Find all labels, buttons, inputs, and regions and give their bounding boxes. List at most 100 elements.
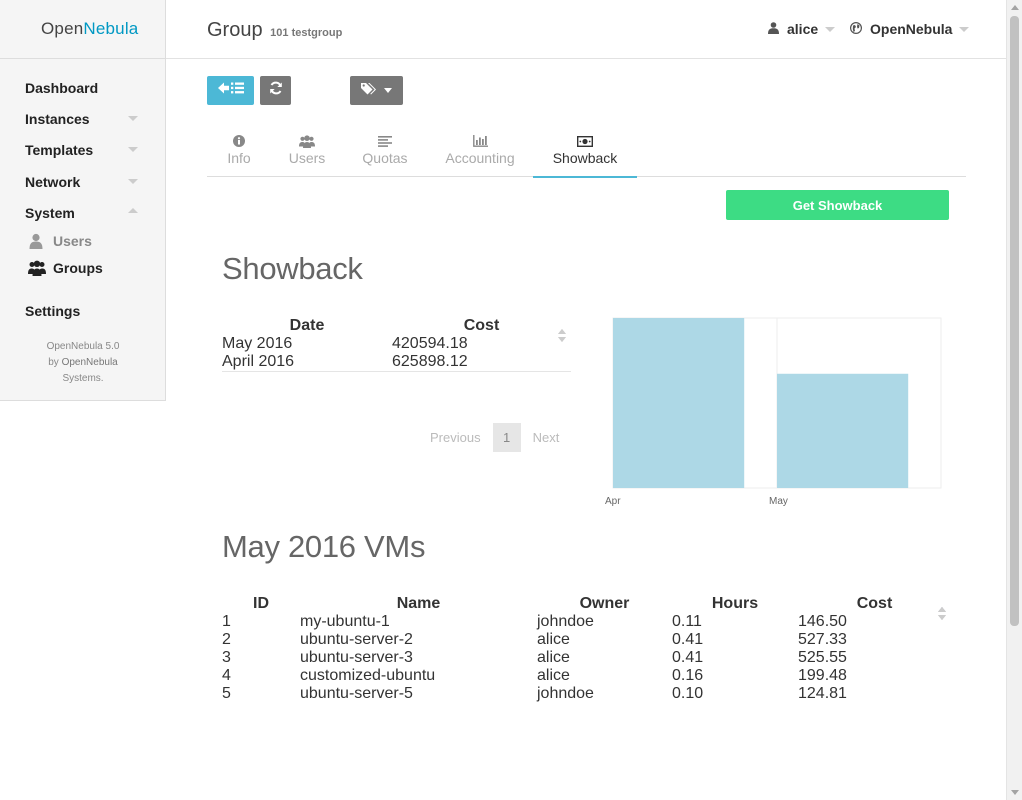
cell-name: my-ubuntu-1 — [300, 613, 390, 630]
sidebar-item-dashboard[interactable]: Dashboard — [25, 80, 98, 96]
chart-bar-may[interactable] — [777, 373, 909, 488]
version-line: OpenNebula 5.0 — [46, 341, 120, 352]
chevron-down-icon[interactable] — [128, 179, 138, 184]
sort-icon — [938, 607, 946, 621]
get-showback-button[interactable]: Get Showback — [726, 190, 949, 220]
column-header-hours-label: Hours — [711, 595, 759, 612]
info-icon — [233, 134, 245, 148]
refresh-button[interactable] — [260, 76, 291, 105]
cell-cost: 146.50 — [798, 613, 847, 630]
zone-menu[interactable]: OpenNebula — [849, 21, 970, 37]
tab-showback-label: Showback — [552, 150, 618, 166]
tab-bar: Info Users Quotas Accounting Showback — [207, 133, 966, 178]
column-header-date-label: Date — [289, 317, 325, 334]
chevron-down-icon — [825, 26, 836, 32]
table-row[interactable]: April 2016 625898.12 — [222, 353, 571, 372]
vms-title: May 2016 VMs — [222, 529, 426, 564]
table-row[interactable]: 5 ubuntu-server-5 johndoe 0.10 124.81 — [222, 685, 951, 703]
tab-showback[interactable]: Showback — [533, 133, 637, 178]
back-list-icon — [217, 81, 244, 100]
labels-dropdown-button[interactable] — [350, 76, 403, 105]
cell-cost: 199.48 — [798, 667, 847, 684]
cell-date: May 2016 — [222, 335, 293, 352]
cell-name: ubuntu-server-2 — [300, 631, 413, 648]
cell-hours: 0.11 — [672, 613, 702, 630]
cell-owner: alice — [537, 649, 570, 666]
align-left-icon — [378, 134, 392, 148]
chevron-down-icon — [959, 26, 970, 32]
chart-svg: Apr May — [605, 317, 942, 507]
scrollbar-thumb[interactable] — [1010, 16, 1019, 626]
chevron-up-icon[interactable] — [128, 208, 138, 213]
zone-name: OpenNebula — [870, 21, 953, 37]
cell-hours: 0.16 — [672, 667, 704, 684]
bar-chart-icon — [472, 134, 488, 148]
column-header-cost-label: Cost — [856, 595, 893, 612]
sidebar-item-instances[interactable]: Instances — [25, 111, 90, 127]
user-menu[interactable]: alice — [768, 21, 836, 37]
sidebar: OpenNebula Dashboard Instances Templates… — [0, 0, 166, 401]
sidebar-item-network[interactable]: Network — [25, 174, 80, 190]
sidebar-item-groups-label: Groups — [53, 260, 103, 276]
cell-id: 2 — [222, 631, 231, 648]
tab-info[interactable]: Info — [227, 133, 251, 177]
version-info: OpenNebula 5.0 by OpenNebula Systems. — [0, 339, 166, 387]
showback-title: Showback — [222, 251, 363, 286]
chevron-down-icon[interactable] — [128, 116, 138, 121]
tab-accounting-label: Accounting — [445, 150, 515, 166]
sidebar-item-users[interactable]: Users — [28, 233, 92, 249]
column-header-id[interactable]: ID — [222, 595, 946, 613]
version-vendor-link[interactable]: OpenNebula — [62, 357, 118, 368]
cell-owner: alice — [537, 667, 570, 684]
sort-icon — [558, 329, 566, 343]
scroll-up-arrow-icon[interactable] — [1011, 5, 1019, 10]
chart-bar-apr[interactable] — [613, 318, 745, 488]
cell-id: 1 — [222, 613, 231, 630]
cell-cost: 420594.18 — [392, 335, 468, 352]
page-subtitle: 101 testgroup — [270, 27, 343, 39]
tab-accounting[interactable]: Accounting — [445, 133, 515, 177]
table-row[interactable]: 3 ubuntu-server-3 alice 0.41 525.55 — [222, 649, 951, 667]
sidebar-item-groups[interactable]: Groups — [28, 260, 103, 276]
column-header-cost[interactable]: Cost — [798, 595, 951, 620]
column-header-name-label: Name — [396, 595, 441, 612]
pagination-next[interactable]: Next — [533, 430, 560, 445]
page-title-text: Group — [207, 19, 263, 41]
sidebar-item-system[interactable]: System — [25, 205, 75, 221]
cell-cost: 527.33 — [798, 631, 847, 648]
page-title: Group 101 testgroup — [207, 19, 342, 42]
table-row[interactable]: 2 ubuntu-server-2 alice 0.41 527.33 — [222, 631, 951, 649]
column-header-name[interactable]: Name — [300, 595, 946, 620]
cell-hours: 0.41 — [672, 631, 704, 648]
sidebar-item-settings[interactable]: Settings — [25, 303, 80, 319]
tab-users-label: Users — [288, 150, 326, 166]
column-header-owner[interactable]: Owner — [537, 595, 946, 620]
users-icon — [299, 134, 315, 148]
table-row[interactable]: 1 my-ubuntu-1 johndoe 0.11 146.50 — [222, 613, 951, 631]
chevron-down-icon — [384, 88, 392, 93]
table-row[interactable]: 4 customized-ubuntu alice 0.16 199.48 — [222, 667, 951, 685]
scroll-down-arrow-icon[interactable] — [1011, 790, 1019, 795]
logo[interactable]: OpenNebula — [41, 19, 138, 39]
tab-users[interactable]: Users — [289, 133, 325, 177]
table-row[interactable]: May 2016 420594.18 — [222, 335, 571, 353]
cell-date: April 2016 — [222, 353, 392, 372]
back-to-list-button[interactable] — [207, 76, 254, 105]
version-by: by — [48, 357, 59, 368]
column-header-cost-label: Cost — [463, 317, 500, 334]
pagination-page[interactable]: 1 — [492, 423, 521, 452]
version-systems: Systems. — [62, 373, 104, 384]
chevron-down-icon[interactable] — [128, 147, 138, 152]
pagination-previous[interactable]: Previous — [430, 430, 481, 445]
page-scrollbar[interactable] — [1006, 0, 1022, 800]
cell-name: customized-ubuntu — [300, 667, 436, 684]
column-header-date[interactable]: Date — [222, 317, 566, 342]
chart-x-tick-label: May — [769, 496, 788, 507]
column-header-cost[interactable]: Cost — [392, 317, 571, 342]
tab-quotas[interactable]: Quotas — [362, 133, 408, 177]
cell-id: 4 — [222, 667, 231, 684]
tab-info-label: Info — [227, 150, 251, 166]
column-header-hours[interactable]: Hours — [672, 595, 946, 620]
app: OpenNebula Dashboard Instances Templates… — [0, 0, 1022, 800]
sidebar-item-templates[interactable]: Templates — [25, 142, 93, 158]
